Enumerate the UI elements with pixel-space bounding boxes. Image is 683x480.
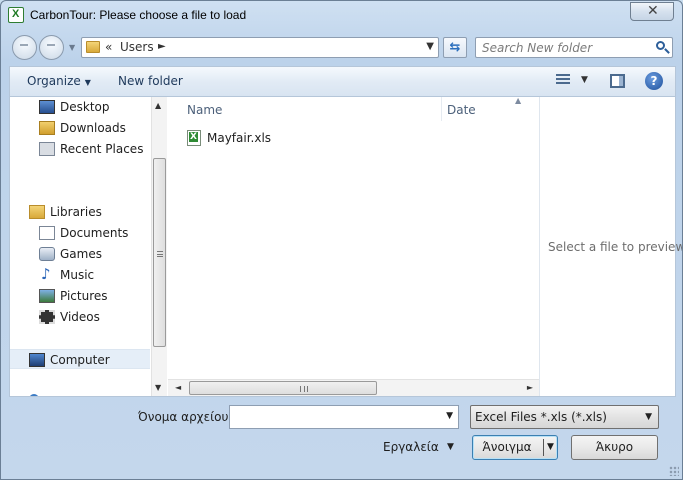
nav-item-music[interactable]: ♪ Music — [10, 265, 150, 285]
navigation-bar: ▼ « Users ► ▼ ⇆ — [1, 31, 682, 63]
pictures-icon — [39, 289, 55, 303]
search-icon[interactable] — [656, 41, 665, 50]
change-view-button[interactable] — [556, 74, 570, 87]
computer-icon — [29, 353, 45, 367]
nav-item-label: Documents — [60, 226, 129, 240]
tools-dropdown-icon[interactable]: ▼ — [447, 442, 454, 452]
open-options-dropdown-icon[interactable]: ▼ — [547, 436, 554, 459]
music-icon: ♪ — [41, 265, 51, 283]
scrollbar-thumb[interactable] — [153, 158, 166, 347]
chevron-down-icon: ▼ — [645, 412, 652, 422]
back-button[interactable] — [12, 35, 37, 60]
nav-item-recent-places[interactable]: Recent Places — [10, 139, 150, 159]
desktop-icon — [39, 100, 55, 114]
help-button[interactable]: ? — [645, 72, 663, 90]
view-options-dropdown-icon[interactable]: ▼ — [581, 75, 588, 85]
nav-item-label: Computer — [50, 353, 110, 367]
navigation-scrollbar[interactable]: ▲ ▼ — [151, 97, 167, 396]
scroll-left-icon[interactable]: ◄ — [175, 383, 181, 392]
organize-button[interactable]: Organize ▼ — [27, 74, 91, 88]
recent-pages-dropdown-icon[interactable]: ▼ — [69, 43, 75, 52]
nav-item-computer[interactable]: Computer — [10, 349, 150, 369]
window-title: CarbonTour: Please choose a file to load — [30, 8, 247, 22]
chevron-down-icon: ▼ — [84, 78, 91, 87]
nav-item-label: Pictures — [60, 289, 108, 303]
list-item[interactable]: Mayfair.xls — [187, 129, 387, 149]
split-divider — [543, 439, 544, 456]
forward-button[interactable] — [39, 35, 64, 60]
refresh-button[interactable]: ⇆ — [443, 37, 467, 58]
file-type-value: Excel Files *.xls (*.xls) — [475, 410, 607, 424]
nav-item-label: Games — [60, 247, 102, 261]
preview-message: Select a file to preview. — [548, 240, 683, 254]
open-button[interactable]: Άνοιγμα ▼ — [472, 435, 558, 460]
browser-area: Desktop Downloads Recent Places Librarie… — [9, 96, 682, 397]
address-bar[interactable]: « Users ► ▼ — [81, 37, 439, 58]
chevron-down-icon[interactable]: ▼ — [446, 411, 453, 421]
nav-item-label: Recent Places — [60, 142, 144, 156]
file-name-label: Όνομα αρχείου: — [138, 410, 233, 424]
recent-places-icon — [39, 142, 55, 156]
navigation-pane: Desktop Downloads Recent Places Librarie… — [10, 97, 167, 396]
tools-menu[interactable]: Εργαλεία — [383, 440, 439, 454]
breadcrumb-users[interactable]: Users — [120, 40, 154, 54]
preview-pane: Select a file to preview. — [539, 97, 682, 396]
folder-icon — [86, 41, 100, 53]
nav-item-label: Music — [60, 268, 95, 282]
search-input[interactable] — [480, 40, 650, 56]
file-name-combobox[interactable]: ▼ — [229, 405, 459, 429]
resize-grip[interactable] — [669, 466, 679, 476]
file-name-input[interactable] — [234, 409, 430, 425]
games-icon — [39, 247, 55, 261]
file-open-dialog: CarbonTour: Please choose a file to load… — [0, 0, 683, 480]
file-type-select[interactable]: Excel Files *.xls (*.xls) ▼ — [470, 405, 659, 429]
breadcrumb-arrow-icon[interactable]: ► — [158, 41, 166, 52]
nav-item-label: Downloads — [60, 121, 126, 135]
sort-indicator-icon: ▲ — [515, 96, 522, 105]
nav-item-libraries[interactable]: Libraries — [10, 202, 150, 222]
network-icon — [29, 394, 39, 396]
scroll-up-icon[interactable]: ▲ — [155, 101, 161, 110]
documents-icon — [39, 226, 55, 240]
excel-app-icon — [8, 7, 24, 23]
cancel-button[interactable]: Άκυρο — [571, 435, 658, 460]
file-name: Mayfair.xls — [207, 131, 272, 145]
close-button[interactable]: ✕ — [630, 2, 674, 21]
file-list: Name Date ▲ Mayfair.xls ◄ ► — [168, 96, 539, 396]
nav-item-downloads[interactable]: Downloads — [10, 118, 150, 138]
address-dropdown-icon[interactable]: ▼ — [426, 41, 434, 52]
organize-label: Organize — [27, 74, 81, 88]
file-list-scrollbar[interactable]: ◄ ► — [168, 379, 539, 396]
new-folder-button[interactable]: New folder — [118, 74, 183, 88]
nav-item-games[interactable]: Games — [10, 244, 150, 264]
preview-pane-toggle-button[interactable] — [610, 74, 625, 88]
nav-item-desktop[interactable]: Desktop — [10, 97, 150, 117]
nav-item-label: Libraries — [50, 205, 102, 219]
nav-item-pictures[interactable]: Pictures — [10, 286, 150, 306]
search-box[interactable] — [475, 37, 673, 58]
nav-item-label: Videos — [60, 310, 100, 324]
scroll-down-icon[interactable]: ▼ — [155, 383, 161, 392]
refresh-icon: ⇆ — [449, 40, 461, 55]
breadcrumb-overflow[interactable]: « — [105, 40, 112, 54]
column-header-name[interactable]: Name — [168, 97, 442, 121]
nav-item-documents[interactable]: Documents — [10, 223, 150, 243]
command-bar: Organize ▼ New folder ▼ ? — [9, 66, 676, 96]
scroll-right-icon[interactable]: ► — [527, 383, 533, 392]
open-button-label: Άνοιγμα — [482, 440, 532, 454]
column-header-date[interactable]: Date — [442, 97, 539, 121]
libraries-icon — [29, 205, 45, 219]
downloads-icon — [39, 121, 55, 135]
close-icon: ✕ — [647, 3, 659, 19]
excel-file-icon — [187, 130, 201, 146]
scrollbar-thumb[interactable] — [189, 381, 377, 395]
title-bar: CarbonTour: Please choose a file to load… — [1, 1, 682, 31]
nav-item-videos[interactable]: Videos — [10, 307, 150, 327]
nav-item-label: Desktop — [60, 100, 110, 114]
videos-icon — [39, 310, 55, 324]
